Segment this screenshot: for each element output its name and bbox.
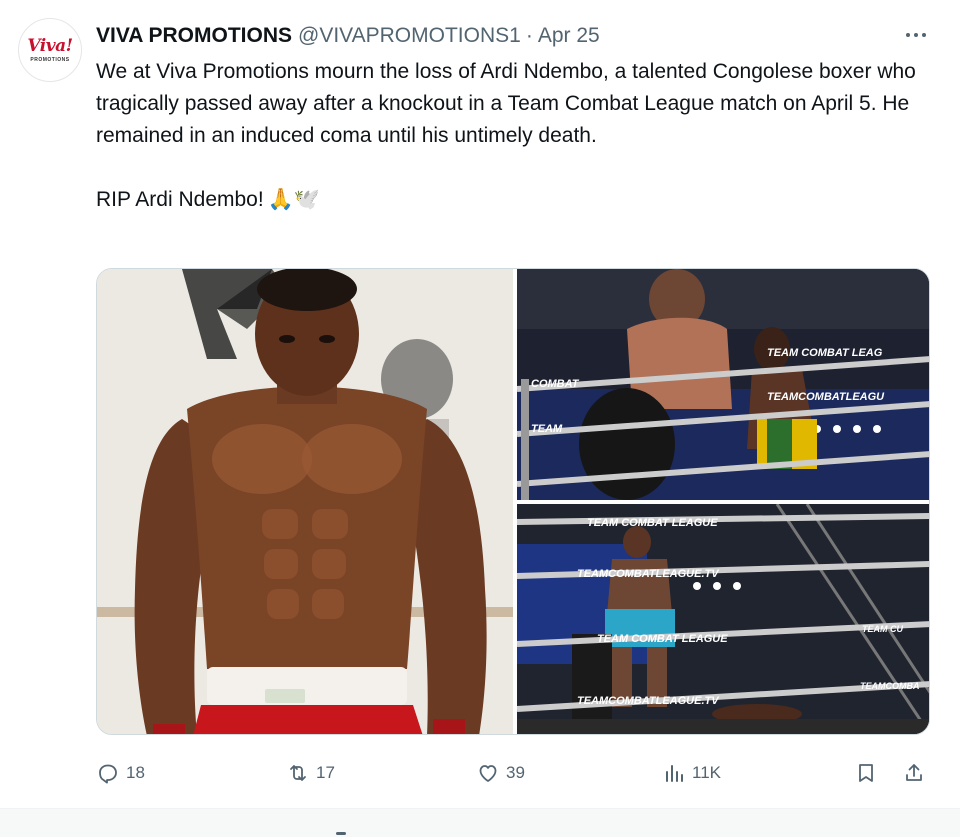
ring-banner-text: TEAM CU (862, 624, 903, 634)
header-separator: · (525, 24, 533, 47)
avatar-subtitle: PROMOTIONS (30, 56, 70, 63)
ring-banner-text: TEAM COMBAT LEAG (767, 347, 883, 359)
tweet-header: VIVA PROMOTIONS @VIVAPROMOTIONS1 · Apr 2… (96, 20, 600, 52)
fight-photo-bottom[interactable]: TEAM COMBAT LEAGUE TEAMCOMBATLEAGUE.TV T… (517, 504, 929, 734)
fight-photo-bottom-illustration: TEAM COMBAT LEAGUE TEAMCOMBATLEAGUE.TV T… (517, 504, 929, 734)
more-dots-icon (906, 33, 910, 37)
rip-text: RIP Ardi Ndembo! (96, 188, 264, 211)
ring-banner-text: COMBAT (531, 378, 580, 390)
tweet-text: We at Viva Promotions mourn the loss of … (96, 56, 936, 216)
tweet-rip-line: RIP Ardi Ndembo! 🙏🕊️ (96, 184, 936, 216)
ring-banner-text: TEAM (531, 423, 563, 435)
ring-banner-text: TEAMCOMBATLEAGUE.TV (577, 568, 720, 580)
scroll-indicator (336, 832, 346, 835)
views-button[interactable]: 11K (662, 756, 721, 790)
share-upload-icon (906, 764, 922, 781)
tweet-card[interactable]: Viva! PROMOTIONS VIVA PROMOTIONS @VIVAPR… (0, 0, 960, 810)
tweet-body: We at Viva Promotions mourn the loss of … (96, 60, 916, 147)
reply-bubble-icon (99, 764, 117, 784)
repost-button[interactable]: 17 (286, 756, 335, 790)
avatar-logo: Viva! (27, 35, 73, 56)
share-button[interactable] (902, 756, 926, 790)
ring-banner-text: TEAMCOMBATLEAGUE.TV (577, 695, 720, 707)
ring-banner-text: TEAMCOMBATLEAGU (767, 391, 885, 403)
author-handle[interactable]: @VIVAPROMOTIONS1 (298, 24, 521, 48)
rip-emojis: 🙏🕊️ (267, 188, 320, 211)
author-display-name[interactable]: VIVA PROMOTIONS (96, 24, 292, 48)
repost-count: 17 (316, 763, 335, 782)
ring-banner-text: TEAM COMBAT LEAGUE (597, 633, 728, 645)
bookmark-button[interactable] (854, 756, 878, 790)
like-count: 39 (506, 763, 525, 782)
heart-icon (479, 765, 497, 782)
boxer-portrait-illustration (97, 269, 513, 734)
tweet-date[interactable]: Apr 25 (538, 24, 600, 48)
ring-banner-text: TEAMCOMBA (860, 681, 920, 691)
repost-arrows-icon (290, 765, 306, 781)
avatar[interactable]: Viva! PROMOTIONS (18, 18, 82, 82)
reply-count: 18 (126, 763, 145, 782)
views-count: 11K (692, 763, 721, 782)
bookmark-icon (859, 764, 873, 782)
more-dots-icon (914, 33, 918, 37)
more-button[interactable] (898, 20, 934, 50)
bar-chart-icon (666, 765, 683, 782)
media-grid: TEAM COMBAT LEAG TEAMCOMBATLEAGU COMBAT … (96, 268, 930, 735)
like-button[interactable]: 39 (476, 756, 525, 790)
reply-button[interactable]: 18 (96, 756, 145, 790)
fight-photo-top[interactable]: TEAM COMBAT LEAG TEAMCOMBATLEAGU COMBAT … (517, 269, 929, 500)
next-item-strip (0, 809, 960, 837)
more-dots-icon (922, 33, 926, 37)
ring-banner-text: TEAM COMBAT LEAGUE (587, 517, 718, 529)
action-bar: 18 17 39 11K (96, 756, 936, 790)
fight-photo-top-illustration: TEAM COMBAT LEAG TEAMCOMBATLEAGU COMBAT … (517, 269, 929, 500)
boxer-portrait-photo[interactable] (97, 269, 513, 734)
